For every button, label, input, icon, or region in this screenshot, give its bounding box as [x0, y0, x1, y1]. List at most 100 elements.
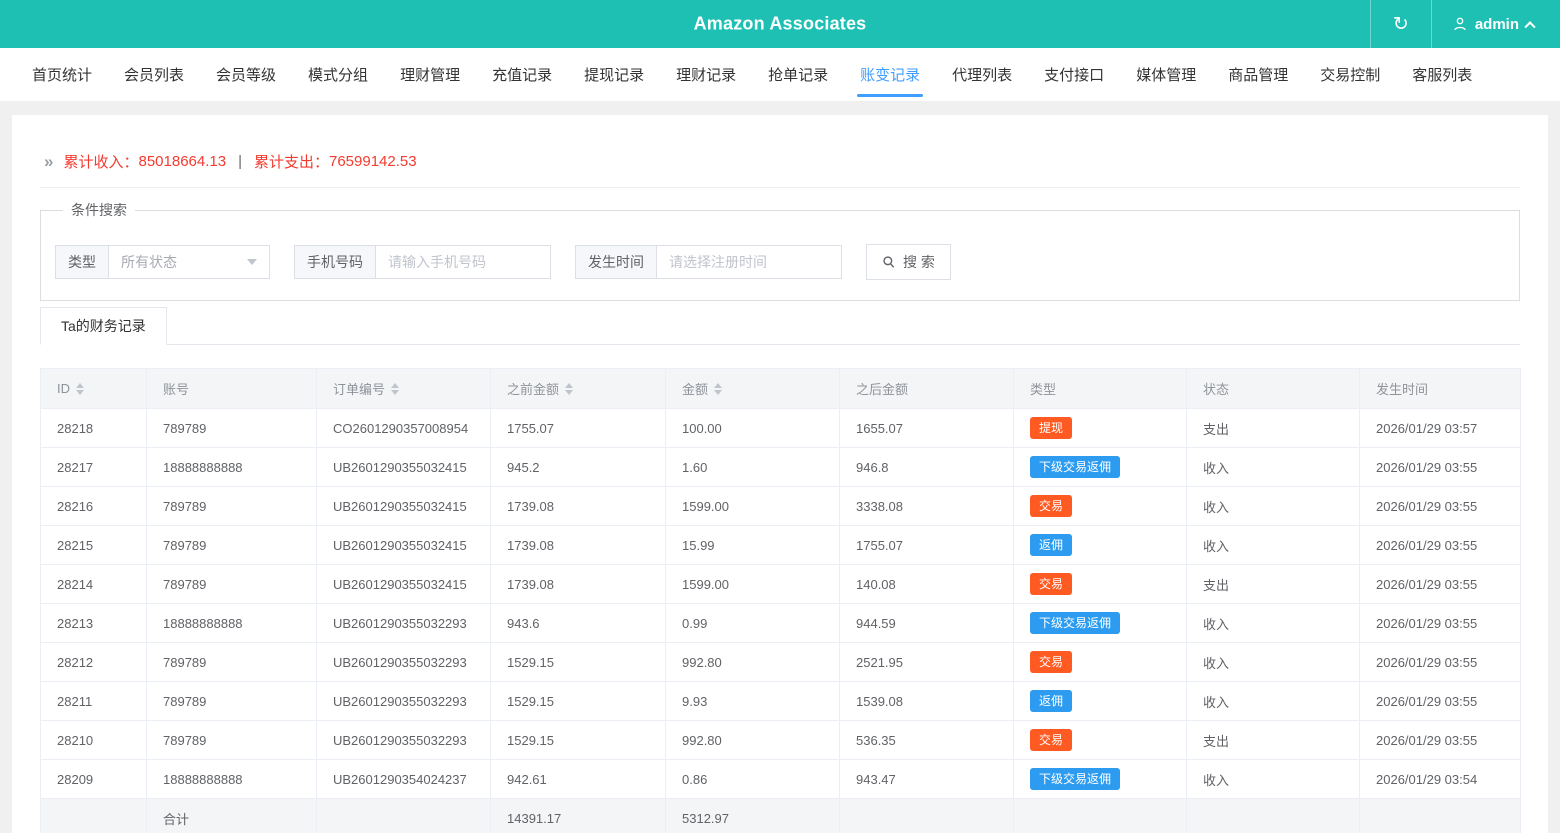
cell-amount: 0.86	[665, 759, 840, 799]
cell-amount-after: 946.8	[839, 447, 1014, 487]
footer-empty	[1186, 798, 1360, 833]
cell-account: 789789	[146, 720, 317, 760]
nav-item-商品管理[interactable]: 商品管理	[1212, 48, 1304, 101]
search-button[interactable]: 搜 索	[866, 244, 951, 280]
nav-item-充值记录[interactable]: 充值记录	[476, 48, 568, 101]
nav-item-label: 商品管理	[1228, 67, 1289, 84]
nav-item-label: 抢单记录	[768, 67, 829, 84]
cell-amount-after: 943.47	[839, 759, 1014, 799]
summary-bar: » 累计收入： 85018664.13 | 累计支出： 76599142.53	[40, 115, 1520, 188]
type-badge: 交易	[1030, 651, 1073, 673]
cell-status: 收入	[1186, 681, 1360, 721]
user-menu[interactable]: admin	[1432, 0, 1560, 48]
cell-amount: 1599.00	[665, 564, 840, 604]
nav-item-理财管理[interactable]: 理财管理	[384, 48, 476, 101]
cell-amount: 9.93	[665, 681, 840, 721]
cell-time: 2026/01/29 03:55	[1359, 447, 1521, 487]
footer-empty	[839, 798, 1014, 833]
cell-account: 789789	[146, 408, 317, 448]
nav-item-label: 会员等级	[216, 67, 277, 84]
cell-status: 支出	[1186, 408, 1360, 448]
nav-item-支付接口[interactable]: 支付接口	[1028, 48, 1120, 101]
cell-amount-after: 3338.08	[839, 486, 1014, 526]
cell-type: 下级交易返佣	[1013, 759, 1187, 799]
footer-total-label: 合计	[146, 798, 317, 833]
column-header-label: 类型	[1030, 382, 1057, 397]
cell-order-no: UB2601290355032293	[316, 603, 491, 643]
cell-type: 返佣	[1013, 681, 1187, 721]
table-row: 28210 789789 UB2601290355032293 1529.15 …	[40, 720, 1521, 760]
nav-item-账变记录[interactable]: 账变记录	[844, 48, 936, 101]
column-header: 类型	[1013, 368, 1187, 409]
phone-filter-label: 手机号码	[295, 246, 376, 278]
cell-type: 返佣	[1013, 525, 1187, 565]
cell-time: 2026/01/29 03:55	[1359, 681, 1521, 721]
nav-item-label: 代理列表	[952, 67, 1013, 84]
table-footer-row: 合计 14391.17 5312.97	[40, 798, 1521, 833]
column-header[interactable]: 之前金额	[490, 368, 666, 409]
table-row: 28218 789789 CO2601290357008954 1755.07 …	[40, 408, 1521, 448]
column-header[interactable]: ID	[40, 368, 147, 409]
nav-item-label: 提现记录	[584, 67, 645, 84]
nav-item-交易控制[interactable]: 交易控制	[1304, 48, 1396, 101]
sort-icon[interactable]	[391, 382, 400, 395]
nav-item-label: 交易控制	[1320, 67, 1381, 84]
cell-order-no: UB2601290355032415	[316, 447, 491, 487]
nav-item-会员列表[interactable]: 会员列表	[108, 48, 200, 101]
column-header: 发生时间	[1359, 368, 1521, 409]
table-body: 28218 789789 CO2601290357008954 1755.07 …	[40, 408, 1521, 799]
sort-icon[interactable]	[565, 382, 574, 395]
cell-status: 收入	[1186, 642, 1360, 682]
total-income-value: 85018664.13	[138, 153, 227, 170]
column-header-label: 发生时间	[1376, 382, 1429, 397]
cell-amount-before: 1739.08	[490, 525, 666, 565]
column-header: 状态	[1186, 368, 1360, 409]
nav-item-会员等级[interactable]: 会员等级	[200, 48, 292, 101]
cell-status: 收入	[1186, 447, 1360, 487]
nav-item-媒体管理[interactable]: 媒体管理	[1120, 48, 1212, 101]
tab-financial-records[interactable]: Ta的财务记录	[40, 307, 167, 345]
cell-amount-after: 1539.08	[839, 681, 1014, 721]
phone-input[interactable]	[388, 254, 538, 270]
cell-amount-after: 1655.07	[839, 408, 1014, 448]
column-header-label: 状态	[1203, 382, 1230, 397]
cell-amount-before: 1529.15	[490, 720, 666, 760]
time-filter-label: 发生时间	[576, 246, 657, 278]
app-title: Amazon Associates	[693, 13, 867, 34]
cell-id: 28212	[40, 642, 147, 682]
cell-account: 18888888888	[146, 759, 317, 799]
cell-account: 18888888888	[146, 447, 317, 487]
cell-order-no: UB2601290355032415	[316, 525, 491, 565]
nav-item-首页统计[interactable]: 首页统计	[16, 48, 108, 101]
nav-item-代理列表[interactable]: 代理列表	[936, 48, 1028, 101]
cell-amount-before: 1529.15	[490, 642, 666, 682]
cell-status: 支出	[1186, 720, 1360, 760]
sort-icon[interactable]	[76, 382, 84, 395]
nav-item-label: 媒体管理	[1136, 67, 1197, 84]
cell-type: 下级交易返佣	[1013, 447, 1187, 487]
cell-status: 收入	[1186, 603, 1360, 643]
refresh-button[interactable]: ↻	[1369, 0, 1432, 48]
type-select[interactable]: 所有状态	[109, 246, 269, 278]
nav-item-客服列表[interactable]: 客服列表	[1396, 48, 1488, 101]
time-input[interactable]	[669, 254, 829, 270]
caret-down-icon	[247, 259, 257, 265]
cell-id: 28217	[40, 447, 147, 487]
cell-amount-before: 1529.15	[490, 681, 666, 721]
cell-account: 789789	[146, 681, 317, 721]
chevron-up-icon	[1524, 21, 1536, 33]
column-header[interactable]: 金额	[665, 368, 840, 409]
sort-icon[interactable]	[714, 382, 723, 395]
nav-item-模式分组[interactable]: 模式分组	[292, 48, 384, 101]
cell-id: 28211	[40, 681, 147, 721]
table-row: 28209 18888888888 UB2601290354024237 942…	[40, 759, 1521, 799]
nav-item-提现记录[interactable]: 提现记录	[568, 48, 660, 101]
cell-amount: 0.99	[665, 603, 840, 643]
type-badge: 返佣	[1030, 534, 1073, 556]
nav-item-理财记录[interactable]: 理财记录	[660, 48, 752, 101]
cell-time: 2026/01/29 03:54	[1359, 759, 1521, 799]
column-header[interactable]: 订单编号	[316, 368, 491, 409]
app-header: Amazon Associates ↻ admin	[0, 0, 1560, 48]
cell-amount: 992.80	[665, 642, 840, 682]
nav-item-抢单记录[interactable]: 抢单记录	[752, 48, 844, 101]
